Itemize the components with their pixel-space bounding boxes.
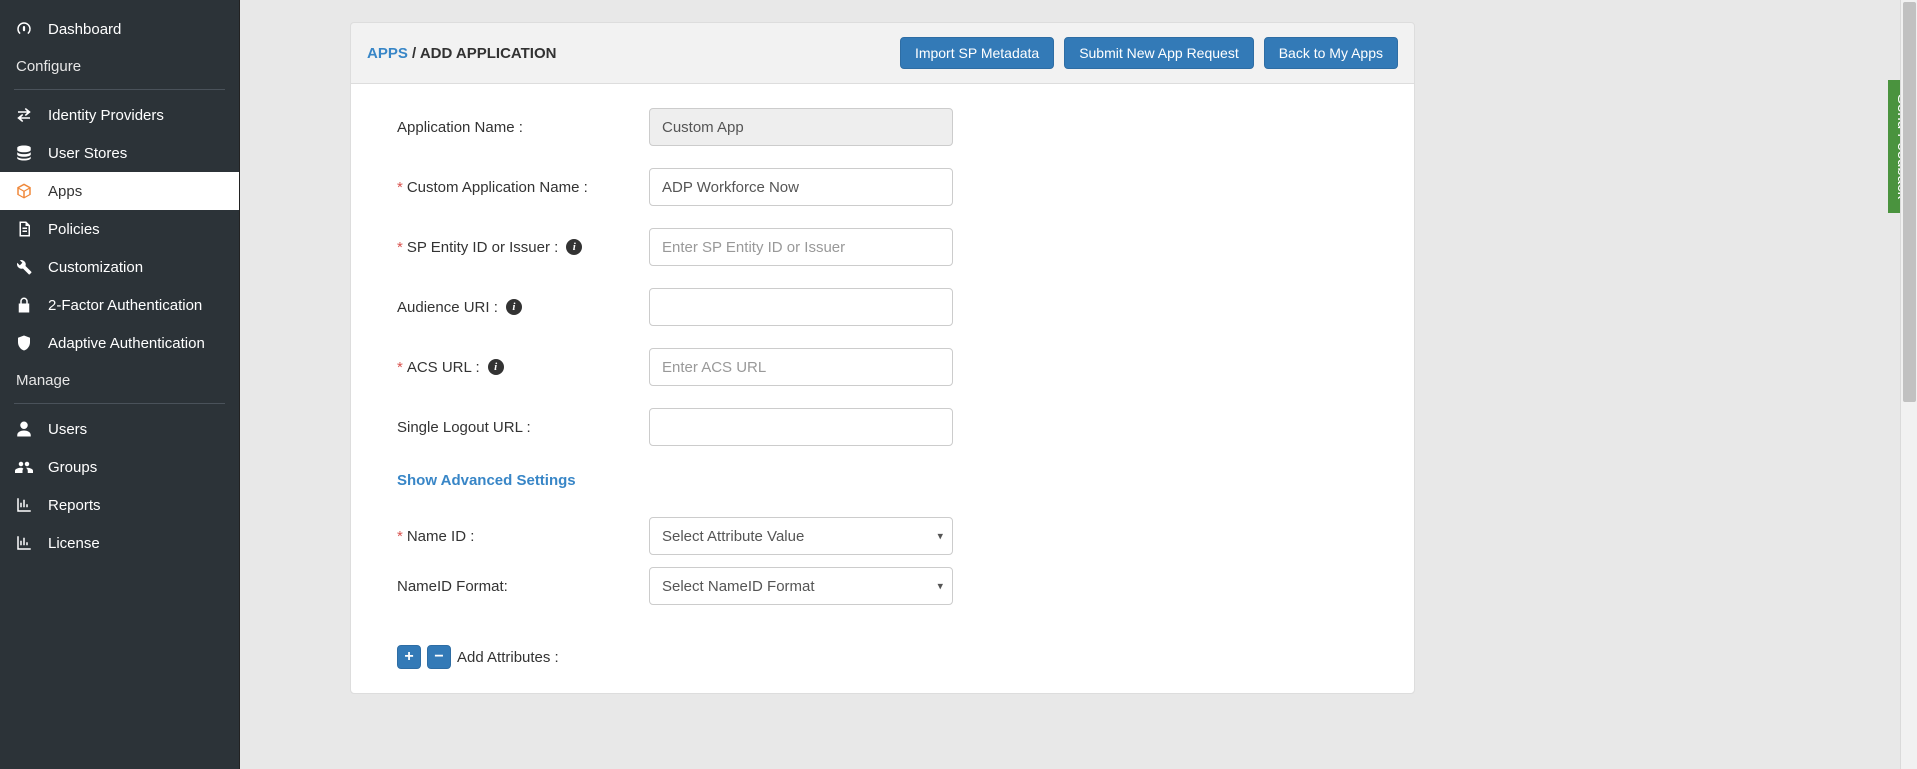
lock-icon [14,296,34,314]
database-icon [14,144,34,162]
sidebar: Dashboard Configure Identity Providers U… [0,0,240,769]
required-mark: * [397,239,403,256]
cube-icon [14,182,34,200]
import-metadata-button[interactable]: Import SP Metadata [900,37,1054,69]
row-nameid-format: NameID Format: Select NameID Format [397,567,1368,605]
label-text: ACS URL : [407,359,480,376]
scrollbar-thumb[interactable] [1903,2,1916,402]
shield-icon [14,334,34,352]
row-sp-entity: *SP Entity ID or Issuer : i [397,228,1368,266]
label-text: Audience URI : [397,299,498,316]
breadcrumb-sep: / [408,45,420,62]
sidebar-item-groups[interactable]: Groups [0,448,239,486]
required-mark: * [397,179,403,196]
sidebar-item-dashboard[interactable]: Dashboard [0,10,239,48]
add-attribute-button[interactable]: + [397,645,421,669]
sidebar-item-label: Reports [48,497,101,514]
row-audience: Audience URI : i [397,288,1368,326]
sidebar-item-license[interactable]: License [0,524,239,562]
add-attributes-label: Add Attributes : [457,649,559,666]
label-audience: Audience URI : i [397,299,649,316]
sidebar-item-label: Policies [48,221,100,238]
sidebar-item-label: License [48,535,100,552]
sp-entity-input[interactable] [649,228,953,266]
sidebar-item-users[interactable]: Users [0,410,239,448]
swap-icon [14,106,34,124]
acs-url-input[interactable] [649,348,953,386]
sidebar-item-idp[interactable]: Identity Providers [0,96,239,134]
row-custom-name: *Custom Application Name : [397,168,1368,206]
label-text: NameID Format: [397,578,508,595]
label-text: Custom Application Name : [407,179,588,196]
info-icon[interactable]: i [488,359,504,375]
info-icon[interactable]: i [506,299,522,315]
row-nameid: *Name ID : Select Attribute Value [397,517,1368,555]
label-custom-name: *Custom Application Name : [397,179,649,196]
sidebar-item-label: Users [48,421,87,438]
label-nameid: *Name ID : [397,528,649,545]
gauge-icon [14,20,34,38]
required-mark: * [397,528,403,545]
sidebar-item-2fa[interactable]: 2-Factor Authentication [0,286,239,324]
header-buttons: Import SP Metadata Submit New App Reques… [900,37,1398,69]
main-content: APPS / ADD APPLICATION Import SP Metadat… [240,0,1917,769]
breadcrumb: APPS / ADD APPLICATION [367,45,556,62]
sidebar-item-reports[interactable]: Reports [0,486,239,524]
sidebar-item-label: User Stores [48,145,127,162]
sidebar-item-apps[interactable]: Apps [0,172,239,210]
sidebar-item-label: Apps [48,183,82,200]
divider [14,89,225,90]
label-sp-entity: *SP Entity ID or Issuer : i [397,239,649,256]
sidebar-item-label: Dashboard [48,21,121,38]
show-advanced-link[interactable]: Show Advanced Settings [397,472,576,489]
sidebar-item-customization[interactable]: Customization [0,248,239,286]
sidebar-item-label: Customization [48,259,143,276]
label-acs: *ACS URL : i [397,359,649,376]
slo-url-input[interactable] [649,408,953,446]
scrollbar[interactable] [1900,0,1917,769]
required-mark: * [397,359,403,376]
sidebar-section-configure: Configure [0,48,239,85]
group-icon [14,458,34,476]
sidebar-item-label: Adaptive Authentication [48,335,205,352]
info-icon[interactable]: i [566,239,582,255]
user-icon [14,420,34,438]
back-to-apps-button[interactable]: Back to My Apps [1264,37,1398,69]
breadcrumb-apps[interactable]: APPS [367,45,408,62]
submit-app-request-button[interactable]: Submit New App Request [1064,37,1254,69]
sidebar-item-label: Identity Providers [48,107,164,124]
row-slo: Single Logout URL : [397,408,1368,446]
remove-attribute-button[interactable]: − [427,645,451,669]
label-text: Name ID : [407,528,475,545]
wrench-icon [14,258,34,276]
label-text: Application Name : [397,119,523,136]
label-text: Single Logout URL : [397,419,531,436]
label-nameid-format: NameID Format: [397,578,649,595]
custom-app-name-input[interactable] [649,168,953,206]
app-name-input [649,108,953,146]
sidebar-section-manage: Manage [0,362,239,399]
label-slo: Single Logout URL : [397,419,649,436]
nameid-select[interactable]: Select Attribute Value [649,517,953,555]
document-icon [14,220,34,238]
nameid-format-select[interactable]: Select NameID Format [649,567,953,605]
panel: APPS / ADD APPLICATION Import SP Metadat… [350,22,1415,694]
chart-icon [14,534,34,552]
sidebar-item-label: 2-Factor Authentication [48,297,202,314]
row-acs: *ACS URL : i [397,348,1368,386]
panel-body: Application Name : *Custom Application N… [351,84,1414,693]
row-app-name: Application Name : [397,108,1368,146]
chart-icon [14,496,34,514]
breadcrumb-current: ADD APPLICATION [420,45,557,62]
sidebar-item-userstores[interactable]: User Stores [0,134,239,172]
divider [14,403,225,404]
panel-header: APPS / ADD APPLICATION Import SP Metadat… [351,23,1414,84]
sidebar-item-adaptive[interactable]: Adaptive Authentication [0,324,239,362]
label-app-name: Application Name : [397,119,649,136]
row-add-attributes: + − Add Attributes : [397,645,1368,669]
label-text: SP Entity ID or Issuer : [407,239,558,256]
sidebar-item-label: Groups [48,459,97,476]
sidebar-item-policies[interactable]: Policies [0,210,239,248]
audience-uri-input[interactable] [649,288,953,326]
